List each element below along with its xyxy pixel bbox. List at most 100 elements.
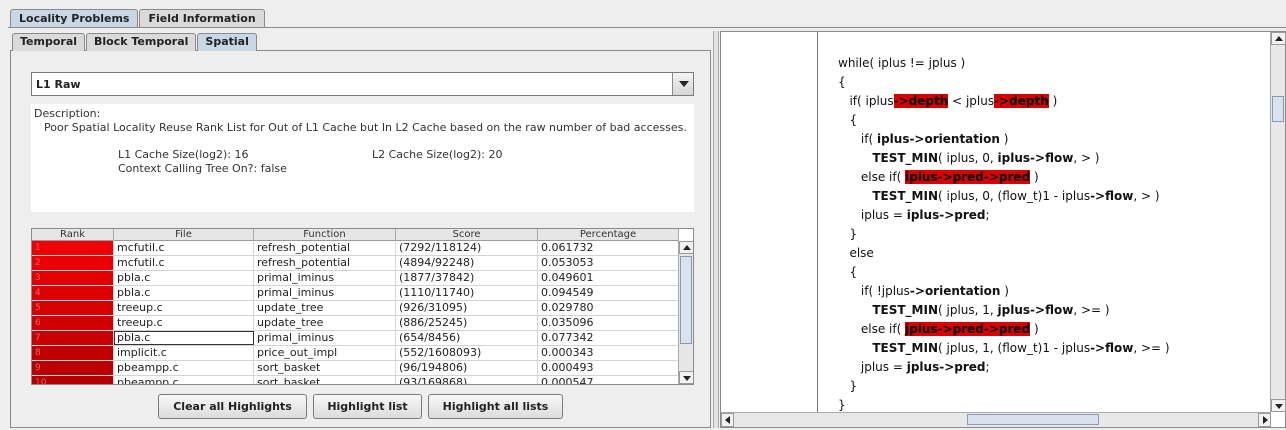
cell-score: (886/25245) — [396, 316, 538, 330]
highlighted-access: ->depth — [994, 94, 1049, 108]
scroll-up-icon[interactable] — [679, 241, 693, 254]
code-token: ( iplus, 0, — [938, 151, 998, 165]
scroll-thumb[interactable] — [967, 414, 1099, 425]
tab-temporal[interactable]: Temporal — [12, 33, 86, 51]
code-token: } — [838, 398, 846, 412]
table-row[interactable]: 5 treeup.c update_tree (926/31095) 0.029780 — [32, 301, 679, 316]
cell-file: pbla.c — [114, 286, 254, 300]
cell-percentage: 0.029780 — [538, 301, 679, 315]
description-box: Description: Poor Spatial Locality Reuse… — [31, 104, 694, 212]
cell-function: primal_iminus — [254, 286, 396, 300]
l2-cache-size: L2 Cache Size(log2): 20 — [372, 148, 503, 161]
code-token: ->orientation — [909, 284, 1001, 298]
code-token: else — [838, 246, 874, 260]
code-token: jplus->flow — [997, 303, 1074, 317]
source-code: while( iplus != jplus ) { if( iplus ->dept… — [838, 54, 1170, 415]
table-row[interactable]: 3 pbla.c primal_iminus (1877/37842) 0.049601 — [32, 271, 679, 286]
table-row[interactable]: 9 pbeampp.c sort_basket (96/194806) 0.000493 — [32, 361, 679, 376]
cell-rank: 6 — [32, 316, 114, 330]
description-label: Description: — [34, 107, 101, 120]
table-scrollbar[interactable] — [678, 241, 693, 384]
scroll-thumb[interactable] — [1272, 96, 1284, 122]
table-row[interactable]: 8 implicit.c price_out_impl (552/1608093) 0.… — [32, 346, 679, 361]
table-row[interactable]: 1 mcfutil.c refresh_potential (7292/118124)… — [32, 241, 679, 256]
cell-percentage: 0.094549 — [538, 286, 679, 300]
table-row[interactable]: 2 mcfutil.c refresh_potential (4894/92248) 0… — [32, 256, 679, 271]
cell-score: (1877/37842) — [396, 271, 538, 285]
cell-file: pbeampp.c — [114, 376, 254, 384]
code-line: if( iplus->depth < jplus->depth ) — [838, 92, 1170, 111]
cell-file: treeup.c — [114, 301, 254, 315]
cell-function: update_tree — [254, 316, 396, 330]
scroll-down-icon[interactable] — [679, 371, 693, 384]
split-pane-divider[interactable] — [713, 31, 719, 428]
code-token: if( iplus — [838, 94, 894, 108]
tab-spatial[interactable]: Spatial — [197, 33, 257, 51]
code-horizontal-scrollbar[interactable] — [721, 412, 1271, 427]
scroll-left-icon[interactable] — [721, 413, 734, 427]
table-row[interactable]: 10 pbeampp.c sort_basket (93/169868) 0.00054… — [32, 376, 679, 384]
cell-percentage: 0.035096 — [538, 316, 679, 330]
scroll-down-icon[interactable] — [1271, 399, 1286, 412]
col-rank[interactable]: Rank — [32, 229, 114, 241]
code-token: ; — [985, 360, 990, 374]
code-token: { — [838, 265, 858, 279]
code-token: , > ) — [1073, 151, 1100, 165]
code-token: ) — [999, 132, 1009, 146]
cell-file: implicit.c — [114, 346, 254, 360]
code-token: } — [838, 227, 858, 241]
code-vertical-scrollbar[interactable] — [1270, 32, 1286, 412]
line-gutter — [817, 32, 818, 412]
code-token: iplus->pred — [906, 208, 986, 222]
cell-score: (1110/11740) — [396, 286, 538, 300]
table-row[interactable]: 4 pbla.c primal_iminus (1110/11740) 0.094549 — [32, 286, 679, 301]
scroll-up-icon[interactable] — [1271, 32, 1286, 45]
tab-locality-problems[interactable]: Locality Problems — [10, 9, 139, 28]
clear-highlights-button[interactable]: Clear all Highlights — [158, 394, 307, 419]
col-file[interactable]: File — [114, 229, 254, 241]
code-token: jplus->pred — [906, 360, 986, 374]
table-row[interactable]: 6 treeup.c update_tree (886/25245) 0.035096 — [32, 316, 679, 331]
scroll-right-icon[interactable] — [1258, 413, 1271, 427]
code-token: if( — [838, 132, 877, 146]
highlight-all-lists-button[interactable]: Highlight all lists — [428, 394, 563, 419]
cache-level-select[interactable]: L1 Raw — [31, 72, 694, 96]
cache-level-value: L1 Raw — [36, 78, 81, 91]
cell-score: (93/169868) — [396, 376, 538, 384]
col-percentage[interactable]: Percentage — [538, 229, 679, 241]
code-line: jplus = jplus->pred; — [838, 358, 1170, 377]
table-row[interactable]: 7 pbla.c primal_iminus (654/8456) 0.077342 — [32, 331, 679, 346]
code-line: if( !jplus->orientation ) — [838, 282, 1170, 301]
code-token: while( iplus != jplus ) — [838, 56, 966, 70]
rank-table: Rank File Function Score Percentage 1 mcf… — [31, 228, 694, 385]
cell-rank: 5 — [32, 301, 114, 315]
cell-score: (926/31095) — [396, 301, 538, 315]
tab-field-information[interactable]: Field Information — [139, 9, 265, 28]
code-line: iplus = iplus->pred; — [838, 206, 1170, 225]
code-line: TEST_MIN( iplus, 0, iplus->flow, > ) — [838, 149, 1170, 168]
code-token: ; — [985, 208, 990, 222]
tab-block-temporal[interactable]: Block Temporal — [86, 33, 197, 51]
cell-percentage: 0.000493 — [538, 361, 679, 375]
cell-rank: 8 — [32, 346, 114, 360]
code-token: ( iplus, 0, (flow_t)1 - iplus — [938, 189, 1091, 203]
cell-function: primal_iminus — [254, 271, 396, 285]
code-line: { — [838, 73, 1170, 92]
cell-percentage: 0.053053 — [538, 256, 679, 270]
col-function[interactable]: Function — [254, 229, 396, 241]
cell-score: (4894/92248) — [396, 256, 538, 270]
scroll-thumb[interactable] — [680, 256, 692, 344]
cell-score: (7292/118124) — [396, 241, 538, 255]
code-token: < jplus — [948, 94, 995, 108]
code-line: else if( jplus->pred->pred ) — [838, 320, 1170, 339]
col-score[interactable]: Score — [396, 229, 538, 241]
code-token: , >= ) — [1073, 303, 1110, 317]
code-token: else if( — [838, 322, 906, 336]
cell-rank: 7 — [32, 331, 114, 345]
chevron-down-icon[interactable] — [672, 73, 693, 95]
highlight-list-button[interactable]: Highlight list — [313, 394, 422, 419]
code-token: } — [838, 379, 858, 393]
code-line: if( iplus->orientation ) — [838, 130, 1170, 149]
cell-function: update_tree — [254, 301, 396, 315]
code-token: else if( — [838, 170, 906, 184]
